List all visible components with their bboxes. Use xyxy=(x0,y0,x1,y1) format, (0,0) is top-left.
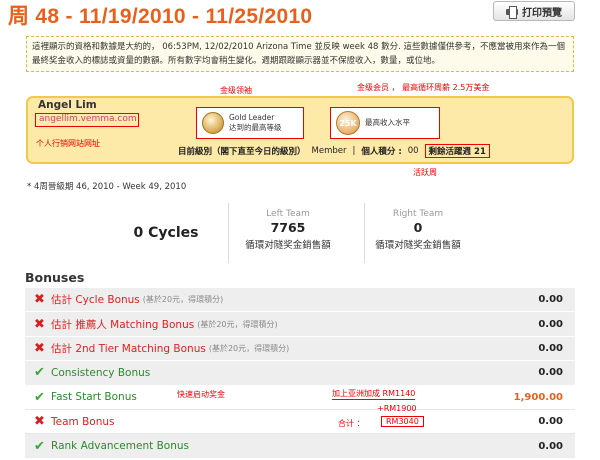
printer-icon xyxy=(506,5,518,19)
bonus-note: (基於20元，得環積分) xyxy=(142,295,224,305)
rank-value: Member xyxy=(311,146,347,156)
rank-label: 目前級別（閣下直至今日的級別） xyxy=(178,147,306,157)
bonus-label: Fast Start Bonus xyxy=(51,391,137,404)
25k-medal-icon: 25K xyxy=(336,111,360,135)
fail-x-icon: ✖ xyxy=(34,292,45,308)
left-team-column: Left Team 7765 循環对隧奖金銷售額 xyxy=(218,209,358,251)
bonus-row: ✔ Fast Start Bonus 快速启动奖金 加上亚洲加成 RM1140 … xyxy=(25,385,575,410)
print-preview-label: 打印預覽 xyxy=(522,7,562,19)
gold-leader-annotation: 金级领袖 xyxy=(220,86,252,95)
left-team-value: 7765 xyxy=(270,220,306,235)
plus-rm-annotation: +RM1900 xyxy=(377,403,417,413)
total-label-annotation: 合计 ： xyxy=(338,418,365,428)
bonus-label: Rank Advancement Bonus xyxy=(51,440,189,453)
bonus-amount: 0.00 xyxy=(538,367,563,379)
qualification-period: * 4周晉級期 46, 2010 - Week 49, 2010 xyxy=(27,182,187,192)
bonus-list: ✖ 估計 Cycle Bonus (基於20元，得環積分) 0.00 ✖ 估計 … xyxy=(25,288,575,459)
check-icon: ✔ xyxy=(34,438,45,454)
bonus-row: ✖ 估計 2nd Tier Matching Bonus (基於20元，得環積分… xyxy=(25,336,575,362)
member-website-link[interactable]: angellim.vemma.com xyxy=(35,113,139,127)
active-weeks-label: 剩餘活躍週 xyxy=(428,147,472,157)
fail-x-icon: ✖ xyxy=(34,316,45,332)
bonus-amount: 0.00 xyxy=(538,416,563,428)
25k-badge: 25K 最高收入水平 xyxy=(330,107,440,139)
check-icon: ✔ xyxy=(34,365,45,381)
active-weeks-box: 剩餘活躍週 21 xyxy=(424,144,490,158)
member-website-text[interactable]: angellim.vemma.com xyxy=(39,114,137,124)
right-team-sub: 循環对隧奖金銷售額 xyxy=(375,240,461,251)
fast-start-annotation: 快速启动奖金 xyxy=(177,389,225,399)
bonus-amount: 0.00 xyxy=(538,440,563,452)
active-weeks-value: 21 xyxy=(474,147,486,157)
right-team-label: Right Team xyxy=(392,209,444,219)
bonus-row: ✔ Rank Advancement Bonus 0.00 xyxy=(25,434,575,459)
asia-bonus-annotation: 加上亚洲加成 RM1140 xyxy=(332,388,416,400)
bonuses-title: Bonuses xyxy=(25,270,85,285)
print-preview-button[interactable]: 打印預覽 xyxy=(493,1,575,21)
left-team-label: Left Team xyxy=(266,209,310,219)
rank-row: 目前級別（閣下直至今日的級別） Member | 個人積分 : 00 剩餘活躍週… xyxy=(178,144,490,158)
cycles-count: 0 Cycles xyxy=(133,225,199,241)
team-stats: 0 Cycles Left Team 7765 循環对隧奖金銷售額 Right … xyxy=(108,203,488,265)
fail-x-icon: ✖ xyxy=(34,340,45,356)
bonus-label: Team Bonus xyxy=(51,415,115,428)
bonus-note: (基於20元，得環積分) xyxy=(208,343,290,353)
member-summary-panel: Angel Lim angellim.vemma.com Gold Leader… xyxy=(26,96,574,164)
gold-medal-icon xyxy=(202,112,224,134)
bonus-label: Consistency Bonus xyxy=(51,366,151,379)
active-weeks-annotation: 活跃周 xyxy=(413,168,437,177)
points-label: 個人積分 : xyxy=(361,147,402,157)
25k-annotation: 金级会员 ， 最高循环周薪 2.5万美金 xyxy=(357,83,490,92)
website-annotation: 个人行销网站网址 xyxy=(36,139,100,148)
bonus-amount: 1,900.00 xyxy=(513,391,563,403)
total-value-annotation: RM3040 xyxy=(381,415,424,427)
member-name: Angel Lim xyxy=(38,99,97,111)
gold-leader-sub: 达到的最高等级 xyxy=(229,123,282,132)
gold-leader-title: Gold Leader xyxy=(229,113,275,122)
bonus-label: 估計 Cycle Bonus xyxy=(51,294,140,307)
bonus-row: ✖ 估計 推薦人 Matching Bonus (基於20元，得環積分) 0.0… xyxy=(25,312,575,337)
25k-sub: 最高收入水平 xyxy=(365,118,410,127)
bonus-note: (基於20元，得環積分) xyxy=(197,319,278,329)
bonus-amount: 0.00 xyxy=(538,342,563,354)
points-value: 00 xyxy=(407,146,419,156)
bonus-label: 估計 推薦人 Matching Bonus xyxy=(51,318,195,331)
bonus-amount: 0.00 xyxy=(538,318,563,330)
bonus-row: ✔ Consistency Bonus 0.00 xyxy=(25,361,575,386)
left-team-sub: 循環对隧奖金銷售額 xyxy=(245,240,331,251)
bonus-amount: 0.00 xyxy=(538,294,563,306)
bonus-label: 估計 2nd Tier Matching Bonus xyxy=(51,342,206,355)
week-title: 周 48 - 11/19/2010 - 11/25/2010 xyxy=(8,5,313,28)
bonus-row: ✖ 估計 Cycle Bonus (基於20元，得環積分) 0.00 xyxy=(25,288,575,313)
right-team-column: Right Team 0 循環对隧奖金銷售額 xyxy=(348,209,488,251)
bonus-row: ✖ Team Bonus +RM1900 合计 ： RM3040 0.00 xyxy=(25,404,575,435)
check-icon: ✔ xyxy=(34,389,45,405)
disclaimer-notice: 這裡顯示的資格和數據是大約的， 06:53PM, 12/02/2010 Ariz… xyxy=(26,36,574,72)
gold-leader-badge: Gold Leader 达到的最高等级 xyxy=(196,107,304,139)
fail-x-icon: ✖ xyxy=(34,414,45,430)
right-team-value: 0 xyxy=(413,220,423,235)
